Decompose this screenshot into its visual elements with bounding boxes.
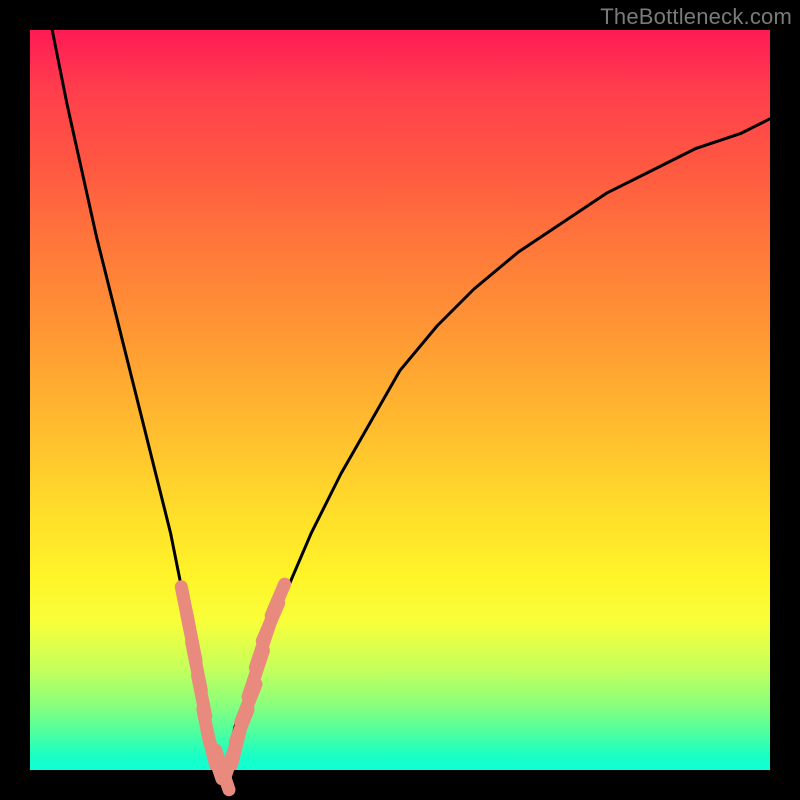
chart-frame: TheBottleneck.com bbox=[0, 0, 800, 800]
bottleneck-curve bbox=[52, 30, 770, 770]
plot-area bbox=[30, 30, 770, 770]
curve-marker bbox=[271, 584, 284, 615]
curve-layer bbox=[30, 30, 770, 770]
watermark-label: TheBottleneck.com bbox=[600, 4, 792, 30]
